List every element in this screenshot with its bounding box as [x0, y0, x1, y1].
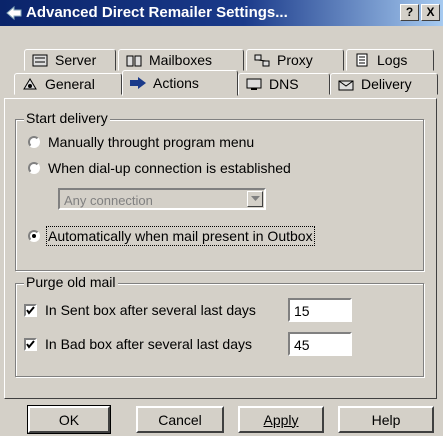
connection-select[interactable]: Any connection	[58, 188, 266, 210]
sent-days-input[interactable]: 15	[288, 298, 352, 322]
sent-checkbox[interactable]	[24, 303, 37, 317]
help-title-button[interactable]: ?	[400, 4, 419, 21]
dns-icon	[245, 77, 263, 91]
radio-dialup-button[interactable]	[28, 162, 40, 174]
radio-auto-button[interactable]	[28, 230, 40, 242]
connection-select-value: Any connection	[64, 193, 153, 208]
bad-days-input[interactable]: 45	[288, 332, 352, 356]
tab-proxy-label: Proxy	[277, 52, 313, 68]
tab-general[interactable]: General	[14, 73, 122, 95]
bad-label: In Bad box after several last days	[45, 336, 252, 352]
cancel-button[interactable]: Cancel	[136, 406, 224, 433]
start-delivery-legend: Start delivery	[24, 110, 110, 126]
checkmark-icon	[26, 305, 35, 315]
check-sent[interactable]: In Sent box after several last days	[24, 302, 256, 318]
title-bar: Advanced Direct Remailer Settings... ? X	[0, 0, 443, 26]
check-bad[interactable]: In Bad box after several last days	[24, 336, 252, 352]
general-icon	[21, 77, 39, 91]
radio-dialup-label: When dial-up connection is established	[48, 160, 291, 176]
close-button[interactable]: X	[421, 4, 440, 21]
tab-actions[interactable]: Actions	[122, 70, 238, 96]
tab-delivery[interactable]: Delivery	[330, 73, 438, 95]
radio-manual[interactable]: Manually throught program menu	[28, 134, 254, 150]
delivery-icon	[337, 77, 355, 91]
start-delivery-group: Start delivery Manually throught program…	[15, 110, 424, 271]
tab-mailboxes-label: Mailboxes	[149, 52, 213, 68]
tab-dns[interactable]: DNS	[238, 73, 330, 95]
logs-icon	[353, 53, 371, 67]
actions-arrow-icon	[129, 76, 147, 90]
chevron-down-icon[interactable]	[247, 191, 263, 207]
purge-group: Purge old mail In Sent box after several…	[15, 274, 424, 377]
tab-logs-label: Logs	[377, 52, 408, 68]
tab-proxy[interactable]: Proxy	[246, 49, 344, 71]
radio-dialup[interactable]: When dial-up connection is established	[28, 160, 291, 176]
window-title: Advanced Direct Remailer Settings...	[26, 4, 288, 21]
server-icon	[31, 53, 49, 67]
tab-actions-label: Actions	[153, 75, 199, 91]
bad-checkbox[interactable]	[24, 337, 37, 351]
app-icon	[5, 4, 23, 22]
tab-server-label: Server	[55, 52, 97, 68]
radio-auto-label: Automatically when mail present in Outbo…	[46, 226, 315, 246]
tab-mailboxes[interactable]: Mailboxes	[118, 49, 244, 71]
apply-button[interactable]: Apply	[238, 406, 324, 433]
tab-server[interactable]: Server	[24, 49, 116, 71]
tab-delivery-label: Delivery	[361, 76, 412, 92]
tab-general-label: General	[45, 76, 95, 92]
ok-button[interactable]: OK	[27, 405, 111, 434]
actions-tab-panel: Start delivery Manually throught program…	[4, 98, 437, 399]
proxy-icon	[253, 53, 271, 67]
radio-manual-label: Manually throught program menu	[48, 134, 255, 150]
sent-label: In Sent box after several last days	[45, 302, 256, 318]
purge-legend: Purge old mail	[24, 274, 118, 290]
checkmark-icon	[26, 339, 35, 349]
radio-manual-button[interactable]	[28, 136, 40, 148]
tab-logs[interactable]: Logs	[346, 49, 434, 71]
radio-auto[interactable]: Automatically when mail present in Outbo…	[28, 226, 315, 246]
help-button[interactable]: Help	[338, 406, 434, 433]
mailboxes-icon	[125, 53, 143, 67]
tab-dns-label: DNS	[269, 76, 299, 92]
dialog-body: Server Mailboxes Proxy Logs General Acti…	[0, 26, 443, 436]
